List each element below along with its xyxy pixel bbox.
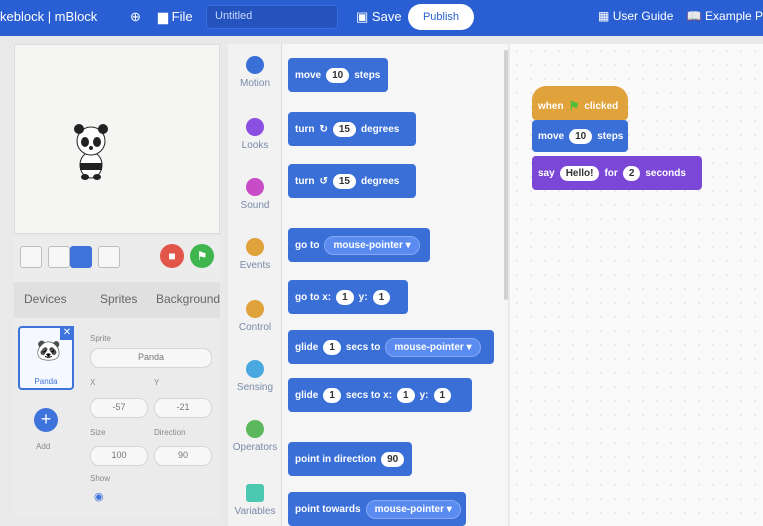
publish-button[interactable]: Publish — [408, 4, 474, 30]
book-icon: 📖 — [686, 9, 702, 23]
tab-devices[interactable]: Devices — [24, 292, 67, 306]
category-sidebar: Motion Looks Sound Events Control Sensin… — [228, 44, 282, 526]
examples-link[interactable]: 📖 Example Pr — [687, 9, 763, 23]
category-sensing[interactable]: Sensing — [228, 360, 282, 393]
looks-dot-icon — [246, 118, 264, 136]
top-bar: keblock | mBlock ⊕ ▆ File Untitled ▣ Sav… — [0, 0, 763, 36]
palette-scrollbar[interactable] — [504, 50, 508, 300]
panda-thumb-icon: 🐼 — [36, 340, 61, 362]
turn-left-block[interactable]: turn ↺ 15 degrees — [288, 164, 416, 198]
grid-icon[interactable] — [98, 246, 120, 268]
stage-toolbar: ■ ⚑ — [14, 236, 220, 282]
motion-dot-icon — [246, 56, 264, 74]
x-input[interactable]: -57 — [90, 398, 148, 418]
control-dot-icon — [246, 300, 264, 318]
x-label: X — [90, 378, 96, 387]
sensing-dot-icon — [246, 360, 264, 378]
category-motion[interactable]: Motion — [228, 56, 282, 89]
glide-dropdown[interactable]: mouse-pointer ▾ — [385, 337, 481, 357]
size-label: Size — [90, 428, 106, 437]
go-to-xy-block[interactable]: go to x: 1 y: 1 — [288, 280, 408, 314]
stop-button[interactable]: ■ — [160, 244, 184, 268]
script-move-block[interactable]: move 10 steps — [532, 120, 628, 152]
glide-to-block[interactable]: glide 1 secs to mouse-pointer ▾ — [288, 330, 494, 364]
turn-right-block[interactable]: turn ↻ 15 degrees — [288, 112, 416, 146]
eye-icon[interactable]: ◉ — [94, 490, 104, 503]
y-input[interactable]: -21 — [154, 398, 212, 418]
file-icon: ▆ — [158, 9, 168, 24]
save-label: Save — [371, 9, 402, 24]
steps-value[interactable]: 10 — [326, 67, 350, 83]
file-menu[interactable]: ▆ File — [158, 9, 193, 25]
y-label: Y — [154, 378, 160, 387]
sprite-name-input[interactable]: Panda — [90, 348, 212, 368]
stage[interactable] — [14, 44, 220, 234]
sound-dot-icon — [246, 178, 264, 196]
show-label: Show — [90, 474, 111, 483]
green-flag-button[interactable]: ⚑ — [190, 244, 214, 268]
glide-xy-block[interactable]: glide 1 secs to x: 1 y: 1 — [288, 378, 472, 412]
file-label: File — [171, 9, 193, 24]
normal-stage-icon[interactable] — [70, 246, 92, 268]
app-title: keblock | mBlock — [0, 9, 98, 24]
category-looks[interactable]: Looks — [228, 118, 282, 151]
script-say-block[interactable]: say Hello! for 2 seconds — [532, 156, 702, 190]
save-icon: ▣ — [356, 9, 369, 24]
sprite-tabs: Devices Sprites Background — [14, 282, 220, 318]
rotate-ccw-icon: ↺ — [319, 175, 328, 187]
go-to-block[interactable]: go to mouse-pointer ▾ — [288, 228, 430, 262]
green-flag-icon: ⚑ — [568, 99, 580, 113]
add-sprite-button[interactable]: + — [34, 408, 58, 432]
panda-sprite[interactable] — [71, 121, 111, 181]
block-palette: move 10 steps turn ↻ 15 degrees turn ↺ 15 degree… — [282, 44, 508, 526]
user-guide-link[interactable]: ▦ User Guide — [598, 9, 673, 23]
sprite-panel: ✕ 🐼 Panda + Add Sprite Panda X Y -57 -21… — [14, 318, 220, 518]
guide-icon: ▦ — [598, 9, 610, 23]
operators-dot-icon — [246, 420, 264, 438]
script-area[interactable]: when ⚑ clicked move 10 steps say Hello! for 2 se… — [510, 44, 763, 526]
variables-icon — [246, 484, 264, 502]
globe-icon[interactable]: ⊕ — [130, 9, 141, 25]
go-to-dropdown[interactable]: mouse-pointer ▾ — [324, 235, 420, 255]
point-towards-block[interactable]: point towards mouse-pointer ▾ — [288, 492, 466, 526]
small-stage-icon[interactable] — [48, 246, 70, 268]
rotate-cw-icon: ↻ — [319, 123, 328, 135]
tab-sprites[interactable]: Sprites — [100, 292, 137, 306]
sprite-thumbnail[interactable]: ✕ 🐼 Panda — [18, 326, 74, 390]
delete-icon[interactable]: ✕ — [60, 326, 74, 340]
tab-background[interactable]: Background — [156, 292, 220, 306]
add-label: Add — [36, 442, 51, 451]
events-dot-icon — [246, 238, 264, 256]
point-towards-dropdown[interactable]: mouse-pointer ▾ — [365, 499, 461, 519]
when-flag-clicked-block[interactable]: when ⚑ clicked — [532, 86, 628, 120]
save-button[interactable]: ▣ Save — [356, 9, 402, 25]
category-events[interactable]: Events — [228, 238, 282, 271]
project-title-input[interactable]: Untitled — [206, 5, 338, 29]
category-operators[interactable]: Operators — [228, 420, 282, 453]
move-steps-block[interactable]: move 10 steps — [288, 58, 388, 92]
category-sound[interactable]: Sound — [228, 178, 282, 211]
category-variables[interactable]: Variables — [228, 484, 282, 517]
thumb-label: Panda — [34, 377, 58, 386]
point-in-direction-block[interactable]: point in direction 90 — [288, 442, 412, 476]
fullscreen-icon[interactable] — [20, 246, 42, 268]
category-control[interactable]: Control — [228, 300, 282, 333]
direction-label: Direction — [154, 428, 186, 437]
size-input[interactable]: 100 — [90, 446, 148, 466]
direction-input[interactable]: 90 — [154, 446, 212, 466]
header-links: ▦ User Guide 📖 Example Pr — [598, 9, 763, 23]
sprite-name-label: Sprite — [90, 334, 111, 343]
